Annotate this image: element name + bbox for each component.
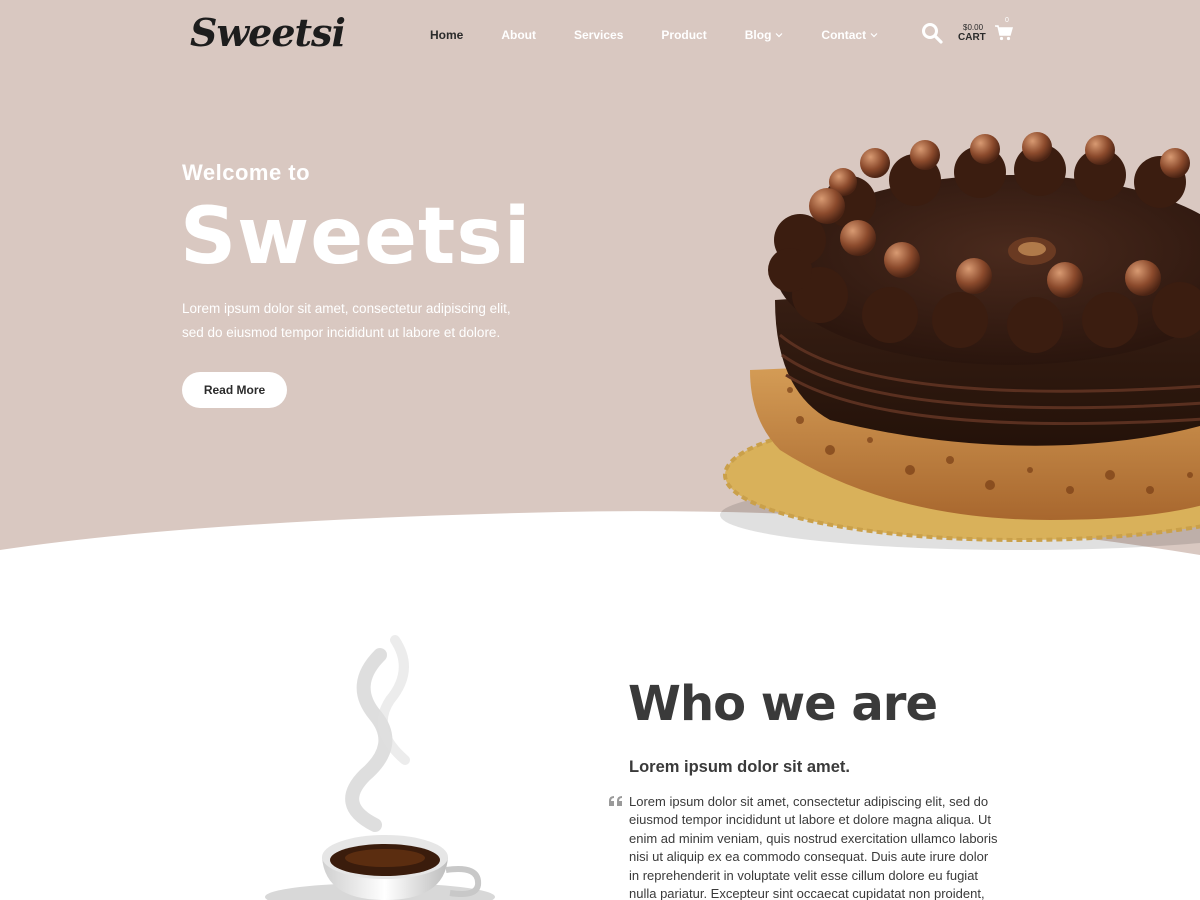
cart-label: CART [958, 32, 986, 43]
chevron-down-icon [775, 33, 783, 38]
nav-item-label: Home [430, 28, 464, 42]
section-body-text: Lorem ipsum dolor sit amet, consectetur … [629, 794, 998, 900]
nav-item-label: Services [574, 28, 624, 42]
search-icon[interactable] [921, 22, 943, 44]
cart-count-badge: 0 [1005, 17, 1009, 24]
coffee-cup-image [265, 635, 495, 900]
section-title: Who we are [628, 676, 938, 732]
site-logo[interactable]: Sweetsi [190, 10, 346, 55]
quote-icon [609, 796, 622, 806]
cart-amount: $0.00 [963, 23, 984, 32]
nav-item-about[interactable]: About [501, 28, 536, 42]
chocolate-cake-image [720, 132, 1200, 550]
hero-description: Lorem ipsum dolor sit amet, consectetur … [182, 301, 511, 340]
nav-item-services[interactable]: Services [574, 28, 623, 42]
site-header: Sweetsi Home About Services Product Blog… [0, 0, 1200, 76]
nav-item-blog[interactable]: Blog [745, 28, 784, 42]
nav-item-contact[interactable]: Contact [821, 28, 878, 42]
nav-item-label: Product [661, 28, 707, 42]
hero-title: Sweetsi [180, 192, 532, 282]
nav-item-label: About [501, 28, 536, 42]
chevron-down-icon [870, 33, 878, 38]
cart-icon [995, 25, 1013, 41]
section-subtitle: Lorem ipsum dolor sit amet. [629, 758, 850, 776]
read-more-button[interactable]: Read More [182, 372, 287, 408]
cart-button[interactable]: $0.00 CART 0 [957, 17, 1017, 49]
hero-welcome: Welcome to [182, 160, 311, 185]
nav-item-home[interactable]: Home [430, 28, 463, 42]
nav-item-label: Blog [744, 28, 772, 42]
nav-item-product[interactable]: Product [661, 28, 706, 42]
hero-section: Sweetsi Home About Services Product Blog… [0, 0, 1200, 565]
nav-item-label: Contact [821, 28, 867, 42]
main-nav: Home About Services Product Blog Contact [430, 28, 916, 42]
